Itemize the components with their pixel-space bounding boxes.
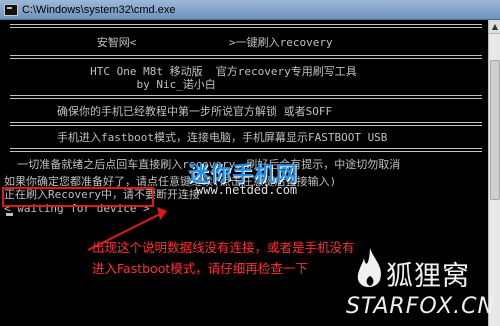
separator <box>10 55 482 59</box>
console-line: 安智网< >一键刷入recovery <box>4 36 333 49</box>
console-line: HTC One M8t 移动版 官方recovery专用刷写工具 <box>4 65 357 78</box>
vertical-scrollbar[interactable]: ▲ <box>488 20 500 326</box>
console-line: 确保你的手机已经教程中第一步所说官方解锁 或者SOFF <box>4 105 333 118</box>
cmd-window: C:\Windows\system32\cmd.exe 安智网< >一键刷入re… <box>0 0 500 326</box>
separator <box>10 122 482 126</box>
watermark-site-url: www.netded.com <box>196 183 298 197</box>
scroll-thumb[interactable] <box>490 60 500 200</box>
highlight-box <box>2 187 154 207</box>
watermark-fox-name: 狐狸窝 <box>386 261 470 292</box>
separator <box>10 95 482 99</box>
scroll-up-icon[interactable]: ▲ <box>489 20 500 34</box>
console-line: 手机进入fastboot模式，连接电脑，手机屏幕显示FASTBOOT USB <box>4 131 388 144</box>
text-cursor <box>6 213 13 216</box>
title-bar[interactable]: C:\Windows\system32\cmd.exe <box>0 0 500 20</box>
console-line: by Nic_诺小白 <box>4 78 216 91</box>
annotation-line: 进入Fastboot模式，请仔细再检查一下 <box>92 261 308 276</box>
annotation-line: 出现这个说明数据线没有连接，或者是手机没有 <box>92 240 355 255</box>
cmd-icon <box>4 3 18 16</box>
separator <box>10 24 482 28</box>
window-title: C:\Windows\system32\cmd.exe <box>22 3 176 16</box>
watermark-fox-url: STARFOX.CN <box>346 294 495 319</box>
separator <box>10 148 482 152</box>
fox-logo-icon <box>357 248 381 288</box>
